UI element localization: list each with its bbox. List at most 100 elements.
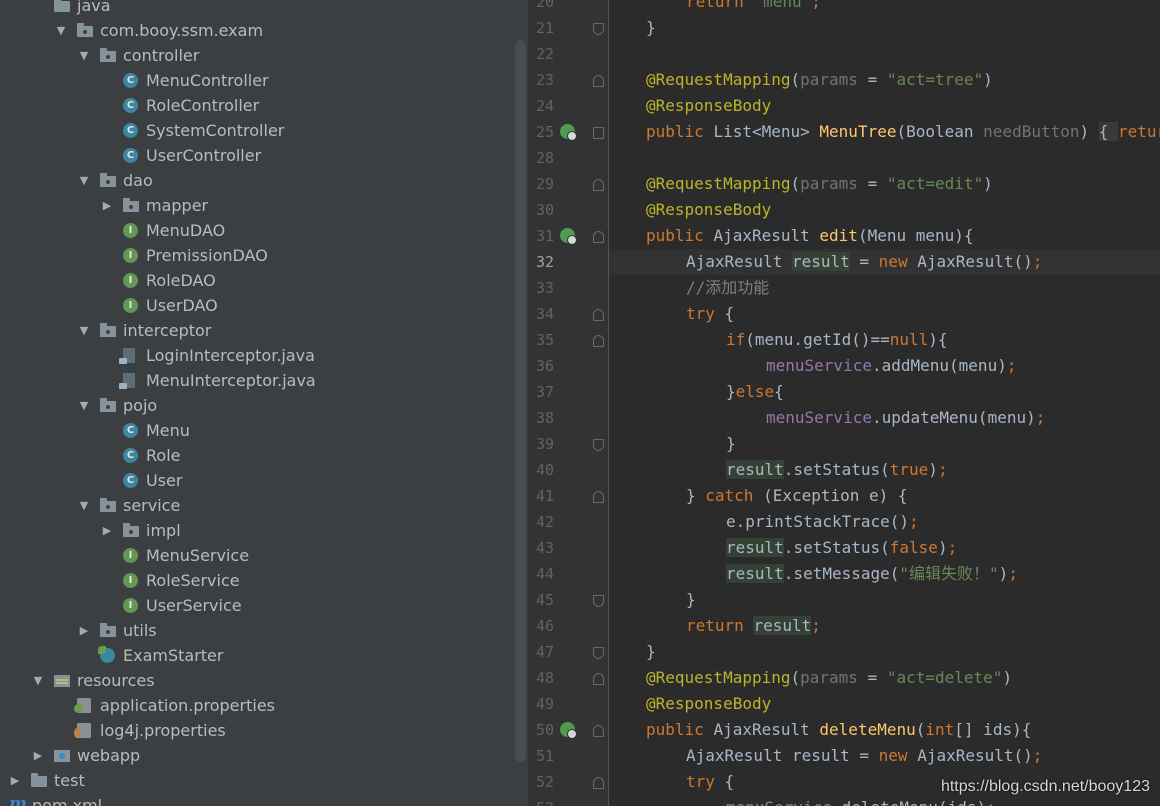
expand-down-arrow-icon[interactable]: ▼ bbox=[77, 168, 91, 193]
tree-item[interactable]: ▶ impl bbox=[0, 518, 510, 543]
fold-marker-icon[interactable] bbox=[593, 23, 604, 35]
code-line[interactable]: public AjaxResult edit(Menu menu){ bbox=[646, 223, 974, 249]
code-line[interactable]: try { bbox=[686, 769, 734, 795]
collapse-right-arrow-icon[interactable]: ▶ bbox=[100, 518, 114, 543]
code-line[interactable]: try { bbox=[686, 301, 734, 327]
spring-bean-gutter-icon[interactable] bbox=[560, 124, 577, 141]
tree-item[interactable]: C Menu bbox=[0, 418, 510, 443]
tree-item[interactable]: I PremissionDAO bbox=[0, 243, 510, 268]
code-line[interactable]: AjaxResult result = new AjaxResult(); bbox=[686, 249, 1042, 275]
tree-item[interactable]: ▶ webapp bbox=[0, 743, 510, 768]
tree-scrollbar[interactable] bbox=[515, 40, 526, 762]
code-line[interactable]: @ResponseBody bbox=[646, 197, 771, 223]
tree-item[interactable]: ▶ test bbox=[0, 768, 510, 793]
spring-bean-gutter-icon[interactable] bbox=[560, 722, 577, 739]
tree-item[interactable]: I UserDAO bbox=[0, 293, 510, 318]
tree-item[interactable]: ▼ dao bbox=[0, 168, 510, 193]
expand-down-arrow-icon[interactable]: ▼ bbox=[77, 43, 91, 68]
fold-marker-icon[interactable] bbox=[593, 309, 604, 321]
code-line[interactable]: @RequestMapping(params = "act=delete") bbox=[646, 665, 1012, 691]
code-line[interactable]: e.printStackTrace(); bbox=[726, 509, 919, 535]
code-line[interactable]: @ResponseBody bbox=[646, 691, 771, 717]
tree-item[interactable]: C MenuController bbox=[0, 68, 510, 93]
code-line[interactable]: result.setMessage("编辑失败！"); bbox=[726, 561, 1018, 587]
code-line[interactable]: public AjaxResult deleteMenu(int[] ids){ bbox=[646, 717, 1031, 743]
code-line[interactable]: menuService.updateMenu(menu); bbox=[766, 405, 1045, 431]
tree-item[interactable]: ▼ service bbox=[0, 493, 510, 518]
tree-item[interactable]: MenuInterceptor.java bbox=[0, 368, 510, 393]
collapse-right-arrow-icon[interactable]: ▶ bbox=[8, 768, 22, 793]
fold-marker-icon[interactable] bbox=[593, 335, 604, 347]
tree-item[interactable]: I MenuService bbox=[0, 543, 510, 568]
collapse-right-arrow-icon[interactable]: ▶ bbox=[77, 618, 91, 643]
tree-item-label: User bbox=[146, 471, 183, 490]
expand-down-arrow-icon[interactable]: ▼ bbox=[54, 18, 68, 43]
code-line[interactable]: @RequestMapping(params = "act=edit") bbox=[646, 171, 993, 197]
code-token: ) bbox=[983, 70, 993, 89]
code-line[interactable]: }else{ bbox=[726, 379, 784, 405]
code-line[interactable]: @RequestMapping(params = "act=tree") bbox=[646, 67, 993, 93]
fold-marker-icon[interactable] bbox=[593, 179, 604, 191]
tree-item[interactable]: ▼ pojo bbox=[0, 393, 510, 418]
code-line[interactable]: result.setStatus(false); bbox=[726, 535, 957, 561]
fold-marker-icon[interactable] bbox=[593, 231, 604, 243]
tree-item[interactable]: C RoleController bbox=[0, 93, 510, 118]
code-line[interactable]: return "menu"; bbox=[686, 0, 821, 15]
tree-item[interactable]: ▶ mapper bbox=[0, 193, 510, 218]
spring-bean-gutter-icon[interactable] bbox=[560, 228, 577, 245]
fold-marker-icon[interactable] bbox=[593, 491, 604, 503]
code-line[interactable]: result.setStatus(true); bbox=[726, 457, 948, 483]
tree-item[interactable]: ▼ resources bbox=[0, 668, 510, 693]
tree-item[interactable]: application.properties bbox=[0, 693, 510, 718]
collapse-right-arrow-icon[interactable]: ▶ bbox=[31, 743, 45, 768]
tree-item[interactable]: I UserService bbox=[0, 593, 510, 618]
fold-marker-icon[interactable] bbox=[593, 725, 604, 737]
code-line[interactable]: } bbox=[686, 587, 696, 613]
tree-item[interactable]: I RoleService bbox=[0, 568, 510, 593]
code-line[interactable]: } bbox=[646, 15, 656, 41]
fold-marker-icon[interactable] bbox=[593, 777, 604, 789]
code-line[interactable]: public List<Menu> MenuTree(Boolean needB… bbox=[646, 119, 1160, 145]
code-line[interactable]: @ResponseBody bbox=[646, 93, 771, 119]
tree-item[interactable]: I MenuDAO bbox=[0, 218, 510, 243]
code-line[interactable]: if(menu.getId()==null){ bbox=[726, 327, 948, 353]
tree-item[interactable]: m pom.xml bbox=[0, 793, 510, 806]
tree-item[interactable]: ExamStarter bbox=[0, 643, 510, 668]
tree-item[interactable]: I RoleDAO bbox=[0, 268, 510, 293]
tree-item[interactable]: ▼ controller bbox=[0, 43, 510, 68]
code-line[interactable]: return result; bbox=[686, 613, 821, 639]
expand-down-arrow-icon[interactable]: ▼ bbox=[77, 318, 91, 343]
tree-item-label: UserService bbox=[146, 596, 242, 615]
code-line[interactable]: } bbox=[726, 431, 736, 457]
tree-item[interactable]: ▼ interceptor bbox=[0, 318, 510, 343]
tree-item[interactable]: C UserController bbox=[0, 143, 510, 168]
fold-marker-icon[interactable] bbox=[593, 673, 604, 685]
line-number: 35 bbox=[535, 331, 554, 349]
fold-marker-icon[interactable] bbox=[593, 439, 604, 451]
tree-item[interactable]: C Role bbox=[0, 443, 510, 468]
tree-item[interactable]: ▼ com.booy.ssm.exam bbox=[0, 18, 510, 43]
folder-icon bbox=[54, 0, 70, 13]
code-line[interactable]: } bbox=[646, 639, 656, 665]
tree-item[interactable]: LoginInterceptor.java bbox=[0, 343, 510, 368]
fold-marker-icon[interactable] bbox=[593, 647, 604, 659]
tree-item[interactable]: java bbox=[0, 0, 510, 18]
tree-item[interactable]: C User bbox=[0, 468, 510, 493]
code-line[interactable]: menuService.deleteMenu(ids); bbox=[726, 795, 996, 806]
fold-marker-icon[interactable] bbox=[593, 595, 604, 607]
fold-marker-icon[interactable] bbox=[593, 127, 604, 139]
expand-down-arrow-icon[interactable]: ▼ bbox=[31, 668, 45, 693]
fold-marker-icon[interactable] bbox=[593, 75, 604, 87]
code-line[interactable]: //添加功能 bbox=[686, 275, 769, 301]
collapse-right-arrow-icon[interactable]: ▶ bbox=[100, 193, 114, 218]
code-line[interactable]: } catch (Exception e) { bbox=[686, 483, 908, 509]
tree-item[interactable]: ▶ utils bbox=[0, 618, 510, 643]
code-line[interactable]: menuService.addMenu(menu); bbox=[766, 353, 1016, 379]
tree-item[interactable]: C SystemController bbox=[0, 118, 510, 143]
code-editor[interactable]: 20 21 22 23 24 25 28 29 30 31 32 33 34 35 36 37 38 39 40 41… bbox=[528, 0, 1160, 806]
code-line[interactable]: AjaxResult result = new AjaxResult(); bbox=[686, 743, 1042, 769]
expand-down-arrow-icon[interactable]: ▼ bbox=[77, 393, 91, 418]
tree-item[interactable]: log4j.properties bbox=[0, 718, 510, 743]
expand-down-arrow-icon[interactable]: ▼ bbox=[77, 493, 91, 518]
code-token: = bbox=[857, 174, 887, 193]
